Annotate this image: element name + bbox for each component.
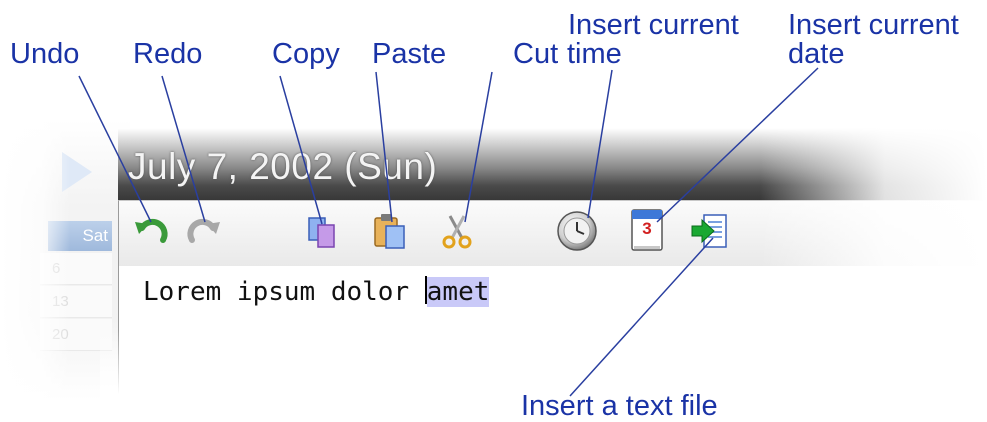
callout-insert-text-file: Insert a text file bbox=[521, 390, 718, 422]
annotated-screenshot: Sat 6 13 20 July 7, 2002 (Sun) Lorem ips… bbox=[0, 0, 987, 422]
leader-undo bbox=[78, 75, 152, 223]
leader-text-file bbox=[569, 237, 714, 397]
callout-insert-date-line2: date bbox=[788, 38, 845, 70]
leader-paste bbox=[375, 71, 393, 223]
callout-insert-time-line1: Insert current bbox=[568, 9, 739, 41]
leader-cut bbox=[464, 71, 493, 223]
callout-redo: Redo bbox=[133, 38, 203, 70]
callout-copy: Copy bbox=[272, 38, 340, 70]
callout-insert-date-line1: Insert current bbox=[788, 9, 959, 41]
leader-copy bbox=[279, 75, 323, 225]
leader-date bbox=[656, 67, 819, 223]
callout-insert-time-line2: time bbox=[567, 38, 622, 70]
callout-cut: Cut bbox=[513, 38, 559, 70]
callout-undo: Undo bbox=[10, 38, 80, 70]
leader-redo bbox=[161, 75, 206, 223]
leader-time bbox=[587, 69, 613, 219]
callout-paste: Paste bbox=[372, 38, 447, 70]
